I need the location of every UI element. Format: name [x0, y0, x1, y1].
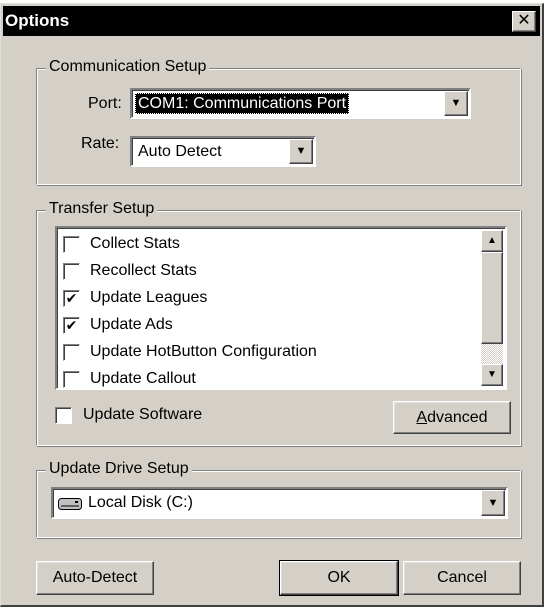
transfer-item-label: Collect Stats [90, 235, 180, 252]
transfer-item-checkbox[interactable] [63, 263, 80, 280]
options-dialog: Options ✕ Communication Setup Port: COM1… [0, 3, 544, 607]
chevron-down-icon: ▼ [487, 497, 499, 509]
check-icon: ✔ [65, 290, 78, 306]
check-icon: ✔ [65, 317, 78, 333]
close-icon: ✕ [517, 12, 531, 29]
hard-disk-icon [58, 498, 82, 510]
rate-dropdown-button[interactable]: ▼ [289, 139, 313, 164]
cancel-button[interactable]: Cancel [403, 561, 521, 595]
rate-label: Rate: [81, 135, 120, 152]
list-item[interactable]: Update Callout [63, 367, 483, 388]
drive-value: Local Disk (C:) [88, 494, 193, 511]
transfer-list-scrollbar[interactable]: ▲ ▼ [481, 230, 503, 386]
transfer-setup-label: Transfer Setup [46, 200, 158, 218]
rate-select[interactable]: Auto Detect ▼ [130, 136, 316, 167]
auto-detect-button[interactable]: Auto-Detect [36, 561, 154, 595]
transfer-item-label: Recollect Stats [90, 262, 197, 279]
scroll-up-button[interactable]: ▲ [481, 230, 503, 252]
port-dropdown-button[interactable]: ▼ [444, 91, 468, 116]
transfer-item-label: Update Callout [90, 370, 196, 387]
transfer-item-label: Update Leagues [90, 289, 208, 306]
drive-dropdown-button[interactable]: ▼ [481, 490, 505, 516]
transfer-item-checkbox[interactable] [63, 236, 80, 253]
transfer-item-label: Update Ads [90, 316, 173, 333]
list-item[interactable]: Update HotButton Configuration [63, 340, 483, 367]
update-software-checkbox[interactable] [55, 407, 72, 424]
transfer-item-checkbox[interactable]: ✔ [63, 290, 80, 307]
communication-setup-label: Communication Setup [46, 58, 210, 76]
port-value: COM1: Communications Port [135, 93, 350, 114]
ok-button[interactable]: OK [279, 560, 399, 596]
port-label: Port: [88, 95, 122, 112]
scroll-thumb[interactable] [481, 252, 503, 344]
communication-setup-group: Communication Setup Port: COM1: Communic… [36, 58, 521, 185]
advanced-accelerator: A [416, 409, 428, 426]
chevron-down-icon: ▼ [450, 97, 462, 109]
update-drive-setup-group: Update Drive Setup Local Disk (C:) ▼ [36, 460, 521, 538]
dialog-title: Options [5, 11, 70, 30]
scroll-down-icon: ▼ [487, 369, 497, 380]
advanced-label: dvanced [427, 409, 488, 426]
scroll-track[interactable] [481, 344, 503, 364]
chevron-down-icon: ▼ [295, 145, 307, 157]
transfer-item-checkbox[interactable]: ✔ [63, 317, 80, 334]
rate-value: Auto Detect [138, 143, 222, 160]
transfer-setup-group: Transfer Setup Collect Stats Recollect St… [36, 200, 521, 446]
list-item[interactable]: ✔ Update Ads [63, 313, 483, 340]
transfer-options-list[interactable]: Collect Stats Recollect Stats ✔ Update Leag… [55, 226, 507, 390]
transfer-item-checkbox[interactable] [63, 371, 80, 388]
drive-select[interactable]: Local Disk (C:) ▼ [51, 487, 508, 519]
scroll-down-button[interactable]: ▼ [481, 364, 503, 386]
scroll-up-icon: ▲ [487, 235, 497, 246]
transfer-item-label: Update HotButton Configuration [90, 343, 317, 360]
list-item[interactable]: Recollect Stats [63, 259, 483, 286]
title-bar[interactable]: Options ✕ [3, 6, 540, 36]
list-item[interactable]: ✔ Update Leagues [63, 286, 483, 313]
close-button[interactable]: ✕ [512, 11, 536, 32]
list-item[interactable]: Collect Stats [63, 232, 483, 259]
port-select[interactable]: COM1: Communications Port ▼ [130, 88, 471, 119]
update-software-label: Update Software [83, 406, 203, 423]
update-drive-setup-label: Update Drive Setup [46, 460, 192, 478]
transfer-item-checkbox[interactable] [63, 344, 80, 361]
advanced-button[interactable]: Advanced [393, 401, 511, 434]
